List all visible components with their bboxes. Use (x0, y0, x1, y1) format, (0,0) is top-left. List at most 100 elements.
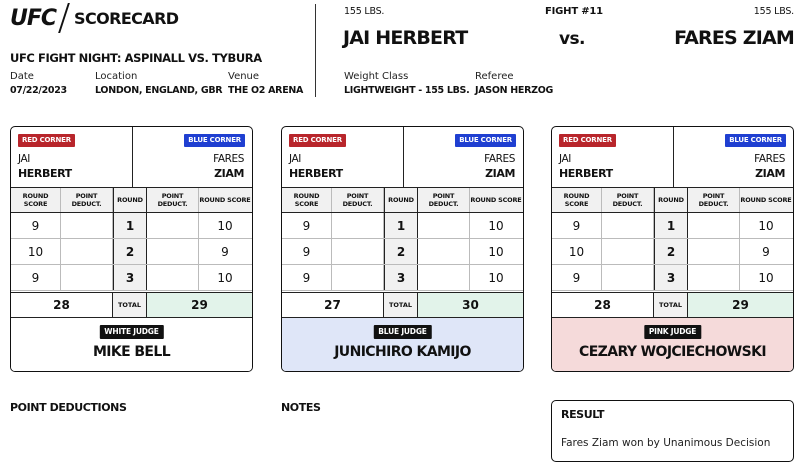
round-number: 3 (113, 265, 147, 290)
totals-row: 27 TOTAL 30 (282, 292, 523, 318)
notes-label: NOTES (281, 401, 321, 414)
referee-label: Referee (475, 71, 514, 82)
judge-badge: WHITE JUDGE (99, 325, 164, 339)
card-corner-header: RED CORNER BLUE CORNER JAI HERBERT FARES… (552, 127, 793, 188)
judge-name: JUNICHIRO KAMIJO (334, 344, 471, 360)
score-grid: ROUND SCORE POINT DEDUCT. ROUND POINT DE… (282, 188, 523, 291)
totals-row: 28 TOTAL 29 (11, 292, 252, 318)
location-label: Location (95, 71, 138, 82)
blue-round-score: 10 (488, 244, 504, 259)
judge-badge: BLUE JUDGE (373, 325, 432, 339)
red-last-name: HERBERT (289, 167, 343, 180)
card-corner-header: RED CORNER BLUE CORNER JAI HERBERT FARES… (11, 127, 252, 188)
red-point-deduction (332, 239, 384, 264)
round-row: 9 1 10 (552, 213, 793, 239)
blue-point-deduction (688, 265, 740, 290)
red-total: 28 (11, 293, 113, 317)
round-row: 9 2 10 (282, 239, 523, 265)
round-number: 2 (384, 239, 418, 264)
total-label: TOTAL (384, 293, 418, 317)
blue-point-deduction (418, 239, 470, 264)
red-round-score: 10 (11, 239, 61, 264)
blue-last-name: ZIAM (214, 167, 244, 180)
blue-first-name: FARES (754, 153, 785, 165)
blue-first-name: FARES (213, 153, 244, 165)
red-round-score: 9 (552, 213, 602, 238)
red-round-score: 9 (552, 265, 602, 290)
venue-value: THE O2 ARENA (228, 85, 304, 96)
weight-class-value: LIGHTWEIGHT - 155 LBS. (344, 85, 470, 96)
blue-round-score: 10 (758, 270, 774, 285)
blue-round-score: 10 (758, 218, 774, 233)
scorecard-label: SCORECARD (74, 8, 179, 28)
judge-area: WHITE JUDGE MIKE BELL (11, 318, 252, 371)
round-row: 10 2 9 (11, 239, 252, 265)
judge-scorecard: RED CORNER BLUE CORNER JAI HERBERT FARES… (281, 126, 524, 372)
score-grid: ROUND SCORE POINT DEDUCT. ROUND POINT DE… (552, 188, 793, 291)
result-box: RESULT Fares Ziam won by Unanimous Decis… (551, 400, 794, 462)
col-point-deduct: POINT DEDUCT. (61, 188, 113, 212)
red-round-score: 9 (282, 239, 332, 264)
col-round-score: ROUND SCORE (282, 188, 332, 212)
date-value: 07/22/2023 (10, 85, 67, 96)
totals-row: 28 TOTAL 29 (552, 292, 793, 318)
event-title: UFC FIGHT NIGHT: ASPINALL VS. TYBURA (10, 51, 262, 65)
round-row: 9 1 10 (282, 213, 523, 239)
blue-first-name: FARES (484, 153, 515, 165)
blue-point-deduction (688, 213, 740, 238)
red-point-deduction (332, 265, 384, 290)
red-point-deduction (61, 239, 113, 264)
corner-divider (403, 127, 404, 188)
red-round-score: 9 (282, 265, 332, 290)
referee-value: JASON HERZOG (475, 85, 553, 96)
location-value: LONDON, ENGLAND, GBR (95, 85, 223, 96)
round-row: 9 3 10 (282, 265, 523, 291)
blue-round-score: 9 (762, 244, 770, 259)
blue-round-score: 10 (488, 270, 504, 285)
red-last-name: HERBERT (559, 167, 613, 180)
blue-round-score: 10 (217, 218, 233, 233)
weight-class-label: Weight Class (344, 71, 409, 82)
red-weight: 155 LBS. (344, 6, 385, 17)
judge-name: CEZARY WOJCIECHOWSKI (579, 344, 767, 360)
red-point-deduction (602, 213, 654, 238)
round-row: 9 3 10 (11, 265, 252, 291)
blue-last-name: ZIAM (485, 167, 515, 180)
blue-point-deduction (147, 239, 199, 264)
total-label: TOTAL (113, 293, 147, 317)
red-total: 27 (282, 293, 384, 317)
blue-point-deduction (147, 213, 199, 238)
col-round-score: ROUND SCORE (199, 196, 251, 204)
col-point-deduct: POINT DEDUCT. (418, 188, 470, 212)
blue-total: 29 (688, 293, 793, 317)
result-label: RESULT (561, 408, 605, 421)
score-grid: ROUND SCORE POINT DEDUCT. ROUND POINT DE… (11, 188, 252, 291)
blue-point-deduction (418, 265, 470, 290)
blue-round-score: 9 (221, 244, 229, 259)
judge-name: MIKE BELL (92, 344, 171, 360)
col-point-deduct: POINT DEDUCT. (602, 188, 654, 212)
red-round-score: 9 (11, 213, 61, 238)
ufc-logo: UFC SCORECARD (10, 3, 179, 33)
round-number: 1 (384, 213, 418, 238)
red-point-deduction (602, 239, 654, 264)
fight-number: FIGHT #11 (545, 6, 603, 17)
round-number: 2 (654, 239, 688, 264)
point-deductions-label: POINT DEDUCTIONS (10, 401, 127, 414)
col-round-score: ROUND SCORE (552, 188, 602, 212)
blue-corner-badge: BLUE CORNER (184, 134, 245, 147)
blue-total: 29 (147, 293, 252, 317)
score-grid-header: ROUND SCORE POINT DEDUCT. ROUND POINT DE… (11, 188, 252, 213)
corner-divider (673, 127, 674, 188)
col-round-score: ROUND SCORE (11, 188, 61, 212)
round-number: 1 (654, 213, 688, 238)
red-corner-badge: RED CORNER (559, 134, 616, 147)
score-grid-header: ROUND SCORE POINT DEDUCT. ROUND POINT DE… (282, 188, 523, 213)
judge-area: BLUE JUDGE JUNICHIRO KAMIJO (282, 318, 523, 371)
corner-divider (132, 127, 133, 188)
red-total: 28 (552, 293, 654, 317)
round-row: 9 1 10 (11, 213, 252, 239)
blue-corner-badge: BLUE CORNER (725, 134, 786, 147)
col-round: ROUND (113, 188, 147, 212)
blue-fighter-name: FARES ZIAM (674, 27, 795, 49)
